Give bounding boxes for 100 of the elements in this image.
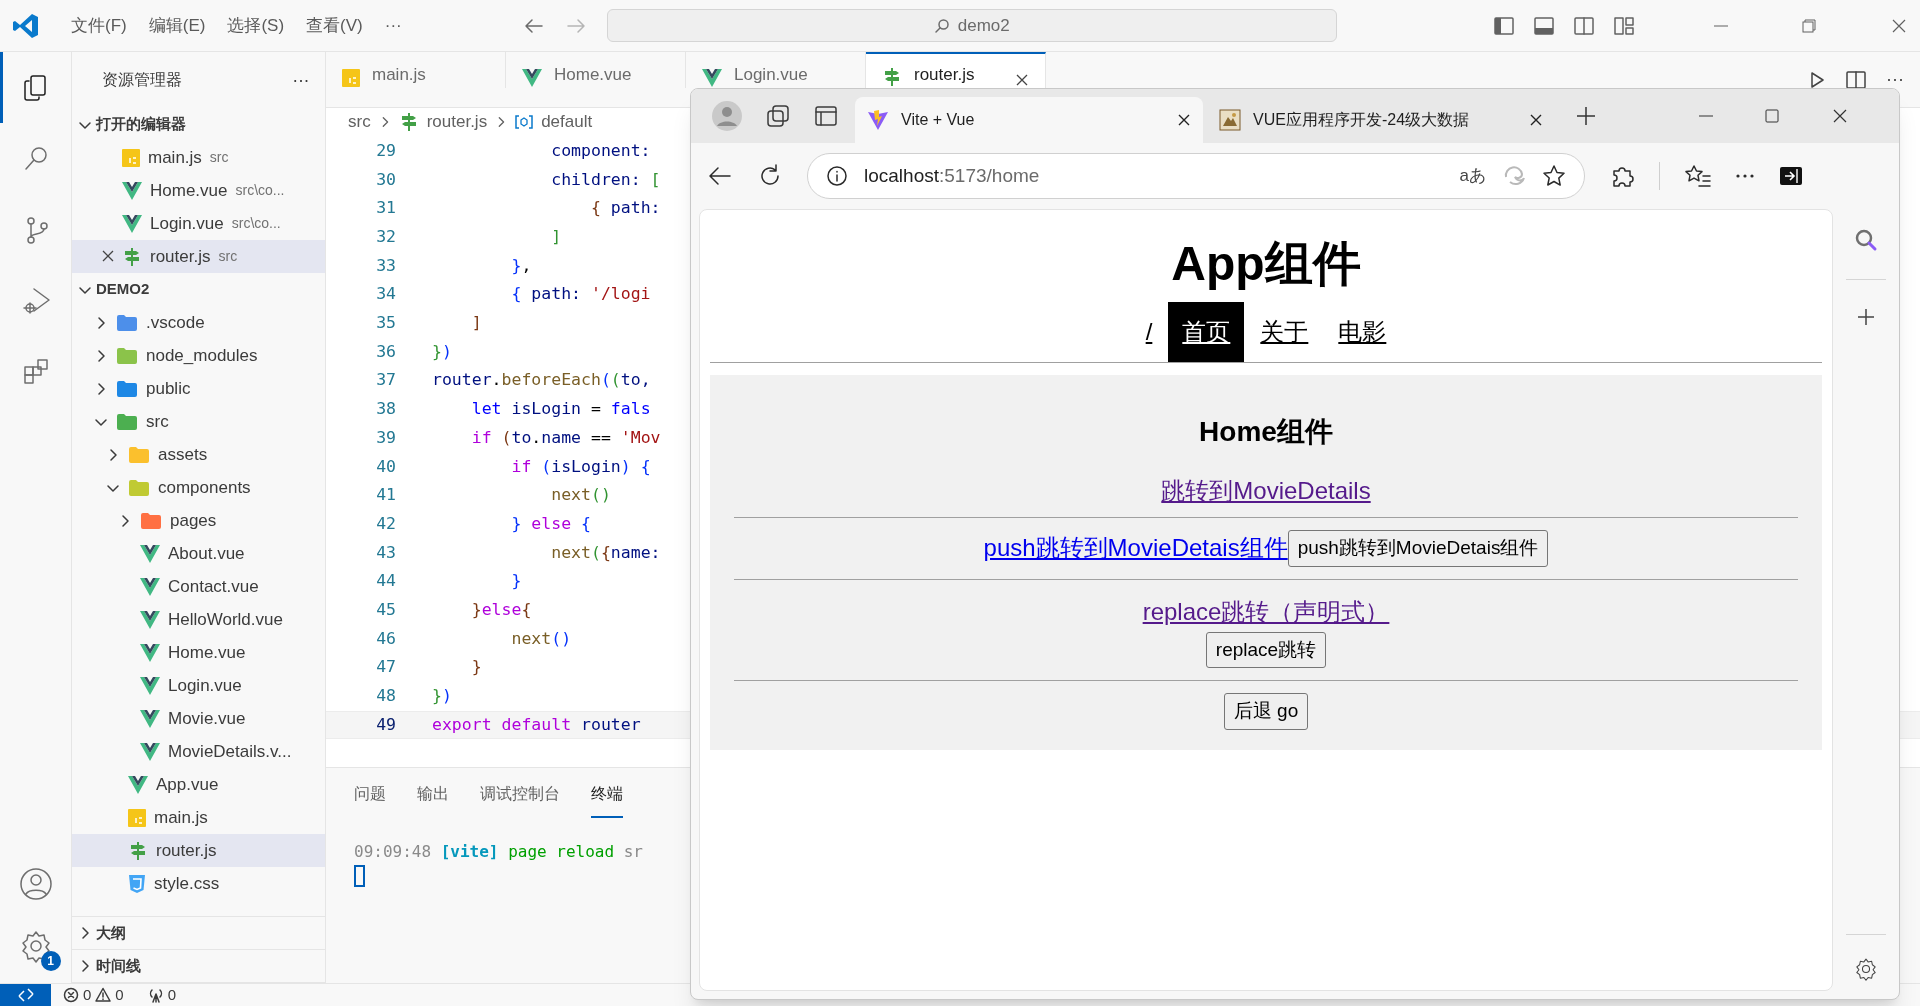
nav-link[interactable]: 关于 <box>1246 302 1323 362</box>
browser-tab[interactable]: VUE应用程序开发-24级大数据 <box>1207 97 1555 143</box>
line-number: 42 <box>375 512 397 535</box>
open-editor-item[interactable]: main.js src <box>72 141 325 174</box>
open-editor-item[interactable]: Login.vue src\co... <box>72 207 325 240</box>
code-line: ] <box>470 312 482 335</box>
file-item[interactable]: About.vue <box>72 537 325 570</box>
panel-tab[interactable]: 调试控制台 <box>480 782 560 818</box>
link[interactable]: 跳转到MovieDetails <box>1161 473 1371 509</box>
folder-icon <box>116 313 138 332</box>
folder-item[interactable]: src <box>72 405 325 438</box>
open-editor-item[interactable]: router.js src <box>72 240 325 273</box>
line-number: 40 <box>375 455 397 478</box>
split-editor-icon <box>1846 70 1866 89</box>
folder-item[interactable]: public <box>72 372 325 405</box>
favicon-icon <box>1219 109 1241 131</box>
line-number: 43 <box>375 541 397 564</box>
file-item[interactable]: Movie.vue <box>72 702 325 735</box>
close-icon <box>1015 73 1029 87</box>
menu-item[interactable]: ··· <box>373 8 413 43</box>
file-item[interactable]: MovieDetails.v... <box>72 735 325 768</box>
panel-tab[interactable]: 问题 <box>354 782 386 818</box>
remote-icon <box>16 987 35 1003</box>
read-aloud-icon[interactable]: aあ <box>1459 163 1486 189</box>
file-item[interactable]: Contact.vue <box>72 570 325 603</box>
command-center[interactable]: demo2 <box>606 9 1337 42</box>
swirl-icon <box>1502 164 1526 188</box>
folder-item[interactable]: .vscode <box>72 306 325 339</box>
file-item[interactable]: App.vue <box>72 768 325 801</box>
line-number: 35 <box>375 312 397 335</box>
panel-tab[interactable]: 终端 <box>591 782 623 818</box>
panel-tab[interactable]: 输出 <box>417 782 449 818</box>
folder-item[interactable]: pages <box>72 504 325 537</box>
more-icon <box>1736 174 1754 178</box>
code-line: if (to.name == 'Mov <box>470 426 661 449</box>
menu-item[interactable]: 选择(S) <box>216 8 296 43</box>
open-editor-item[interactable]: Home.vue src\co... <box>72 174 325 207</box>
code-line: next() <box>510 627 572 650</box>
folder-icon <box>128 445 150 464</box>
link[interactable]: push跳转到MovieDetais组件 <box>983 530 1288 567</box>
favorite-star-icon <box>1542 164 1566 188</box>
folder-item[interactable]: components <box>72 471 325 504</box>
editor-tab[interactable]: Home.vue <box>506 52 686 88</box>
page-button[interactable]: push跳转到MovieDetais组件 <box>1287 530 1549 567</box>
section-header[interactable]: DEMO2 <box>72 273 325 306</box>
code-line: }else{ <box>470 598 532 621</box>
breadcrumb-item[interactable]: router.js <box>426 109 488 135</box>
line-number: 47 <box>375 656 397 679</box>
editor-tab[interactable]: main.js <box>326 52 506 88</box>
menu-item[interactable]: 文件(F) <box>60 8 138 43</box>
signpost-icon <box>882 67 902 87</box>
vue-icon <box>122 214 142 233</box>
menu-item[interactable]: 编辑(E) <box>137 8 217 43</box>
css-file-icon <box>128 873 146 894</box>
ports-status[interactable]: 0 <box>147 983 177 1006</box>
editor-tab[interactable]: router.js <box>866 52 1046 88</box>
code-line: router.beforeEach((to, <box>432 369 651 392</box>
code-line: } else { <box>510 512 591 535</box>
browser-tab[interactable]: Vite + Vue <box>855 97 1203 143</box>
folder-item[interactable]: node_modules <box>72 339 325 372</box>
address-bar[interactable]: localhost:5173/home aあ <box>807 153 1585 199</box>
file-item[interactable]: router.js <box>72 834 325 867</box>
menu-item[interactable]: 查看(V) <box>295 8 374 43</box>
line-number: 30 <box>375 168 397 191</box>
file-item[interactable]: main.js <box>72 801 325 834</box>
file-item[interactable]: Home.vue <box>72 636 325 669</box>
page-button[interactable]: replace跳转 <box>1205 631 1327 668</box>
file-item[interactable]: style.css <box>72 867 325 900</box>
line-number: 36 <box>375 340 397 363</box>
file-item[interactable]: Login.vue <box>72 669 325 702</box>
remote-button[interactable] <box>0 984 51 1006</box>
vite-logo-icon <box>867 109 889 131</box>
more-actions[interactable]: ··· <box>292 66 309 94</box>
section-header[interactable]: 大纲 <box>72 917 325 950</box>
folder-item[interactable]: assets <box>72 438 325 471</box>
file-item[interactable]: HelloWorld.vue <box>72 603 325 636</box>
minimize-icon <box>1699 115 1713 117</box>
vue-icon <box>140 742 160 761</box>
section-header[interactable]: 打开的编辑器 <box>72 108 325 141</box>
nav-link[interactable]: 电影 <box>1324 302 1401 362</box>
maximize-icon <box>1763 107 1781 125</box>
line-number: 46 <box>375 627 397 650</box>
signpost-icon <box>128 840 148 861</box>
line-number: 39 <box>375 426 397 449</box>
nav-link[interactable]: / <box>1131 302 1167 362</box>
new-tab-icon <box>1575 105 1597 127</box>
link[interactable]: replace跳转（声明式） <box>1142 593 1390 630</box>
code-line: { path: '/logi <box>510 283 651 306</box>
favorites-list-icon <box>1684 163 1712 189</box>
run-icon <box>1808 70 1826 89</box>
nav-link[interactable]: 首页 <box>1168 302 1245 362</box>
page-button[interactable]: 后退 go <box>1223 693 1309 730</box>
vue-icon <box>140 709 160 728</box>
code-line: children: [ <box>550 168 661 191</box>
line-number: 44 <box>375 570 397 593</box>
profile-avatar-icon <box>711 100 743 132</box>
vue-icon <box>128 775 148 794</box>
breadcrumb-item[interactable]: default <box>541 109 593 135</box>
problems-status[interactable]: 0 0 <box>63 983 124 1006</box>
breadcrumb-item[interactable]: src <box>348 109 371 135</box>
